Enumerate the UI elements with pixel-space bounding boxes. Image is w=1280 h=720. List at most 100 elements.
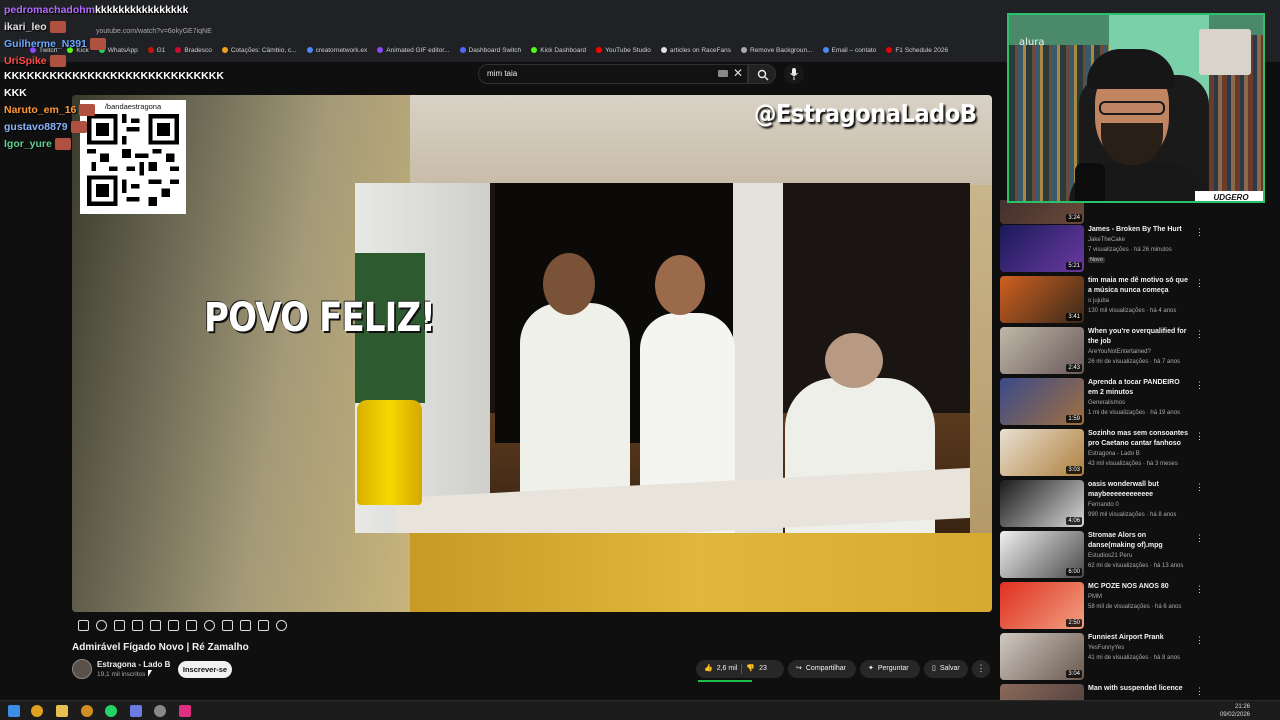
recommended-video[interactable]: 6:00 Stromae Alors on danse(making of).mp… — [1000, 531, 1270, 579]
recommended-video[interactable]: 3:41 tim maia me dê motivo só que a músic… — [1000, 276, 1270, 324]
bookmark-item[interactable]: F1 Schedule 2026 — [886, 47, 948, 54]
channel-name[interactable]: Estragona - Lado B — [97, 660, 170, 669]
recommended-channel[interactable]: JakeTheCake — [1088, 237, 1125, 243]
kebab-menu-icon[interactable]: ⋮ — [1195, 584, 1204, 595]
app-icon[interactable] — [81, 705, 93, 717]
screenshot-icon[interactable] — [150, 619, 161, 631]
loop-icon[interactable] — [78, 619, 89, 631]
keyboard-icon[interactable] — [718, 70, 728, 77]
recommended-video[interactable]: 5:21 James - Broken By The Hurt ⋮ JakeTheCa… — [1000, 225, 1270, 273]
camera-icon[interactable] — [240, 619, 251, 631]
speed-icon[interactable] — [204, 619, 215, 631]
video-thumbnail[interactable]: 5:21 — [1000, 225, 1084, 272]
discord-icon[interactable] — [130, 705, 142, 717]
recommended-channel[interactable]: Generalismos — [1088, 400, 1125, 406]
recommended-title[interactable]: Funniest Airport Prank — [1088, 633, 1190, 643]
system-clock[interactable]: 21:26 09/02/2026 — [1220, 703, 1250, 719]
recommended-channel[interactable]: o jujuba — [1088, 298, 1109, 304]
video-thumbnail[interactable] — [1000, 684, 1084, 700]
recommended-title[interactable]: MC POZE NOS ANOS 80 — [1088, 582, 1190, 592]
bookmark-item[interactable]: Dashboard Switch — [459, 47, 521, 54]
folder-icon[interactable] — [56, 705, 68, 717]
video-thumbnail[interactable]: 1:59 — [1000, 378, 1084, 425]
kebab-menu-icon[interactable]: ⋮ — [1195, 227, 1204, 238]
kebab-menu-icon[interactable]: ⋮ — [1195, 380, 1204, 391]
clip-icon[interactable] — [168, 619, 179, 631]
video-thumbnail[interactable]: 3:03 — [1000, 429, 1084, 476]
audio-icon[interactable] — [96, 619, 107, 631]
recommended-channel[interactable]: Estudios21 Peru — [1088, 553, 1132, 559]
whatsapp-icon[interactable] — [105, 705, 117, 717]
recommended-title[interactable]: When you're overqualified for the job — [1088, 327, 1190, 347]
bookmark-item[interactable]: Cotações: Câmbio, c... — [221, 47, 297, 54]
thumbs-up-icon[interactable]: 👍 — [704, 660, 713, 678]
recommended-video[interactable]: 2:43 When you're overqualified for the jo… — [1000, 327, 1270, 375]
subscribe-button[interactable]: Inscrever-se — [178, 661, 232, 678]
bookmark-item[interactable]: Kick Dashboard — [531, 47, 586, 54]
obs-icon[interactable] — [154, 705, 166, 717]
pip-icon[interactable] — [186, 619, 197, 631]
bookmark-item[interactable]: creatornetwork.ex — [306, 47, 367, 54]
kebab-menu-icon[interactable]: ⋮ — [1195, 278, 1204, 289]
recommended-title[interactable]: James - Broken By The Hurt — [1088, 225, 1190, 235]
recommended-channel[interactable]: PMM — [1088, 594, 1102, 600]
bookmark-item[interactable]: Animated GIF editor... — [377, 47, 450, 54]
kebab-menu-icon[interactable]: ⋮ — [1195, 431, 1204, 442]
search-button[interactable] — [748, 64, 776, 84]
settings-gear-icon[interactable] — [276, 619, 287, 631]
start-icon[interactable] — [8, 705, 20, 717]
recommended-video[interactable]: Man with suspended licence ⋮ — [1000, 684, 1270, 700]
recommended-video[interactable]: 3:03 Sozinho mas sem consoantes pro Caeta… — [1000, 429, 1270, 477]
recommended-video[interactable]: 1:59 Aprenda a tocar PANDEIRO em 2 minuto… — [1000, 378, 1270, 426]
dislike-count[interactable]: 23 — [759, 660, 767, 678]
recommended-video[interactable]: 3:04 Funniest Airport Prank ⋮ YesFunnyYes 41… — [1000, 633, 1270, 681]
app2-icon[interactable] — [179, 705, 191, 717]
recommended-channel[interactable]: Fernando 0 — [1088, 502, 1119, 508]
clear-search-icon[interactable]: ✕ — [733, 66, 743, 80]
recommended-title[interactable]: oasis wonderwall but maybeeeeeeeeeeee — [1088, 480, 1190, 500]
bookmark-item[interactable]: Email – contato — [822, 47, 876, 54]
recommended-title[interactable]: Stromae Alors on danse(making of).mpg — [1088, 531, 1190, 551]
video-thumbnail[interactable]: 2:50 — [1000, 582, 1084, 629]
video-thumbnail[interactable]: 6:00 — [1000, 531, 1084, 578]
video-thumbnail[interactable]: 3:04 — [1000, 633, 1084, 680]
video-player[interactable]: POVO FELIZ! @EstragonaLadoB /bandaestrag… — [72, 95, 992, 612]
flask-icon[interactable] — [258, 619, 269, 631]
recommended-video[interactable]: 3:242,2 mi de visualizações · há 16 anos — [1000, 200, 1270, 225]
more-actions-button[interactable]: ⋮ — [972, 660, 990, 678]
miniplayer-icon[interactable] — [114, 619, 125, 631]
recommended-channel[interactable]: AreYouNotEntertained? — [1088, 349, 1151, 355]
save-button[interactable]: ▯ Salvar — [924, 660, 968, 678]
video-thumbnail[interactable]: 3:41 — [1000, 276, 1084, 323]
recommended-title[interactable]: Aprenda a tocar PANDEIRO em 2 minutos — [1088, 378, 1190, 398]
kebab-menu-icon[interactable]: ⋮ — [1195, 635, 1204, 646]
share-label: Compartilhar — [805, 665, 846, 672]
kebab-menu-icon[interactable]: ⋮ — [1195, 686, 1204, 697]
like-count[interactable]: 2,6 mil — [717, 660, 738, 678]
kebab-menu-icon[interactable]: ⋮ — [1195, 533, 1204, 544]
bookmark-item[interactable]: YouTube Studio — [596, 47, 651, 54]
recommended-channel[interactable]: YesFunnyYes — [1088, 645, 1124, 651]
recommended-title[interactable]: Sozinho mas sem consoantes pro Caetano c… — [1088, 429, 1190, 449]
channel-avatar[interactable] — [72, 659, 92, 679]
share-button[interactable]: ↪ Compartilhar — [788, 660, 856, 678]
recommended-title[interactable]: Man with suspended licence — [1088, 684, 1190, 694]
kebab-menu-icon[interactable]: ⋮ — [1195, 329, 1204, 340]
kebab-menu-icon[interactable]: ⋮ — [1195, 482, 1204, 493]
bookmark-item[interactable]: articles on RaceFans — [660, 47, 731, 54]
bookmark-item[interactable]: Remove Backgroun... — [740, 47, 813, 54]
video-thumbnail[interactable]: 2:43 — [1000, 327, 1084, 374]
thumbs-down-icon[interactable]: 👎 — [746, 660, 755, 678]
video-thumbnail[interactable]: 4:06 — [1000, 480, 1084, 527]
recommended-channel[interactable]: Estragona - Lado B — [1088, 451, 1140, 457]
search-input[interactable]: mim taia — [478, 64, 748, 84]
capture-icon[interactable] — [222, 619, 233, 631]
chrome-icon[interactable] — [31, 705, 43, 717]
voice-search-button[interactable] — [784, 64, 804, 84]
recommended-title[interactable]: tim maia me dê motivo só que a música nu… — [1088, 276, 1190, 296]
video-thumbnail[interactable]: 3:24 — [1000, 200, 1084, 224]
ask-button[interactable]: ✦ Perguntar — [860, 660, 920, 678]
theater-icon[interactable] — [132, 619, 143, 631]
recommended-video[interactable]: 2:50 MC POZE NOS ANOS 80 ⋮ PMM 58 mil de vis… — [1000, 582, 1270, 630]
recommended-video[interactable]: 4:06 oasis wonderwall but maybeeeeeeeeeee… — [1000, 480, 1270, 528]
